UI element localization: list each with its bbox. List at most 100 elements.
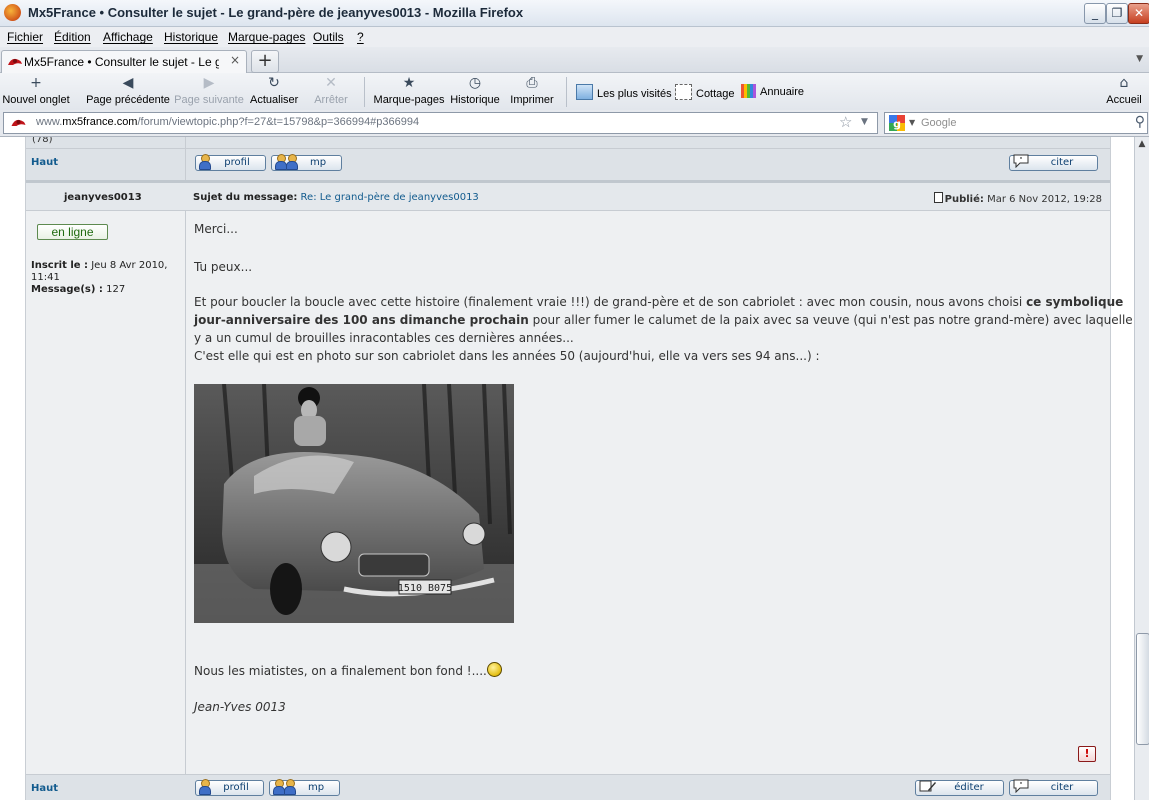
most-visited-icon [576, 84, 593, 100]
message-paragraph: Nous les miatistes, on a finalement bon … [194, 664, 487, 678]
joined-info: Inscrit le : Jeu 8 Avr 2010, 11:41 [31, 260, 168, 283]
menu-bar: Fichier Édition Affichage Historique Mar… [0, 27, 1149, 47]
menu-outils[interactable]: Outils [313, 30, 344, 44]
forward-label: Page suivante [174, 94, 244, 106]
address-bar[interactable]: www.mx5france.com/forum/viewtopic.php?f=… [3, 112, 878, 134]
search-icon[interactable]: ⚲ [1135, 114, 1145, 130]
profile-icon [199, 779, 211, 795]
private-message-button[interactable]: mp [269, 779, 340, 796]
message-count-info: Message(s) : 127 [31, 284, 126, 295]
edit-button-label: éditer [954, 782, 984, 793]
window-titlebar: Mx5France • Consulter le sujet - Le gran… [0, 0, 1149, 27]
stop-button[interactable]: ✕ Arrêter [312, 75, 350, 106]
reload-icon: ↻ [268, 75, 280, 91]
tab-mx5france[interactable]: Mx5France • Consulter le sujet - Le gran… [1, 50, 247, 73]
row-divider [26, 148, 1110, 149]
search-placeholder: Google [921, 117, 957, 129]
history-button[interactable]: ◷ Historique [450, 75, 500, 106]
window-title: Mx5France • Consulter le sujet - Le gran… [28, 5, 524, 20]
quote-button[interactable]: " citer [1009, 779, 1098, 796]
quote-button-label: citer [1050, 782, 1074, 793]
scroll-up-arrow-icon[interactable]: ▲ [1136, 139, 1148, 151]
toolbar-separator [364, 77, 365, 107]
new-tab-button[interactable]: + [251, 50, 279, 73]
close-button[interactable]: ✕ [1128, 3, 1149, 24]
menu-help[interactable]: ? [357, 30, 364, 44]
message-paragraph: Merci... [194, 222, 238, 236]
report-post-icon[interactable]: ! [1078, 746, 1096, 762]
stop-label: Arrêter [314, 94, 348, 106]
bookmarks-label: Marque-pages [373, 94, 445, 106]
private-message-icon [273, 779, 296, 795]
annuaire-icon [741, 84, 756, 98]
menu-affichage[interactable]: Affichage [103, 30, 153, 44]
stop-icon: ✕ [325, 75, 337, 91]
profile-button[interactable]: profil [195, 154, 266, 171]
bookmarks-button[interactable]: ★ Marque-pages [373, 75, 445, 106]
menu-fichier[interactable]: Fichier [7, 30, 43, 44]
bookmark-annuaire[interactable]: Annuaire [741, 84, 804, 98]
print-icon: ⎙ [526, 75, 538, 91]
bookmarks-icon: ★ [402, 75, 416, 91]
reload-button[interactable]: ↻ Actualiser [250, 75, 298, 106]
license-plate: 1510 B075 [398, 583, 452, 594]
annuaire-label: Annuaire [760, 86, 805, 98]
car-photo: 1510 B075 [194, 384, 514, 623]
signature: Jean-Yves 0013 [194, 700, 286, 714]
back-button[interactable]: ◀ Page précédente [86, 75, 170, 106]
bookmark-star-icon[interactable]: ☆ [839, 113, 852, 131]
url-dropdown-icon[interactable]: ▼ [861, 117, 868, 127]
address-row: www.mx5france.com/forum/viewtopic.php?f=… [0, 110, 1149, 137]
back-to-top-link[interactable]: Haut [31, 783, 58, 794]
home-button[interactable]: ⌂ Accueil [1104, 75, 1144, 106]
post-published-date: Publié: Mar 6 Nov 2012, 19:28 [933, 192, 1102, 205]
row-divider [26, 210, 1110, 211]
svg-text:": " [1019, 781, 1022, 789]
mx5france-favicon-icon [8, 58, 22, 65]
print-button[interactable]: ⎙ Imprimer [510, 75, 554, 106]
url-text[interactable]: www.mx5france.com/forum/viewtopic.php?f=… [36, 116, 419, 128]
bookmark-most-visited[interactable]: Les plus visités [576, 84, 672, 100]
search-engine-dropdown-icon[interactable]: ▼ [909, 118, 915, 127]
private-message-button[interactable]: mp [271, 154, 342, 171]
prev-post-count: (78) [32, 137, 53, 145]
pm-button-label: mp [309, 157, 327, 168]
history-label: Historique [450, 94, 500, 106]
menu-edition[interactable]: Édition [54, 30, 91, 44]
post-author[interactable]: jeanyves0013 [64, 192, 142, 203]
maximize-button[interactable]: ❐ [1106, 3, 1128, 24]
minimize-button[interactable]: _ [1084, 3, 1106, 24]
new-tab-label: Nouvel onglet [2, 94, 70, 106]
tab-list-icon[interactable]: ▼ [1136, 54, 1143, 64]
post-subject: Sujet du message: Re: Le grand-père de j… [193, 192, 479, 203]
back-to-top-link[interactable]: Haut [31, 157, 58, 168]
menu-marque-pages[interactable]: Marque-pages [228, 30, 305, 44]
back-label: Page précédente [86, 94, 170, 106]
post-document-icon [933, 192, 943, 203]
most-visited-label: Les plus visités [597, 88, 672, 100]
edit-button[interactable]: éditer [915, 780, 1004, 796]
reload-label: Actualiser [250, 94, 299, 106]
menu-historique[interactable]: Historique [164, 30, 218, 44]
new-tab-toolbar-button[interactable]: + Nouvel onglet [2, 75, 70, 106]
profile-button-label: profil [223, 782, 249, 793]
scrollbar-thumb[interactable] [1136, 633, 1149, 745]
tab-close-icon[interactable]: × [230, 53, 240, 67]
vertical-scrollbar[interactable]: ▲ [1134, 137, 1149, 800]
cottage-label: Cottage [696, 88, 735, 100]
tab-bar: Mx5France • Consulter le sujet - Le gran… [0, 47, 1149, 73]
search-bar[interactable]: g ▼ Google ⚲ [884, 112, 1148, 134]
bookmark-cottage[interactable]: Cottage [675, 84, 735, 100]
quote-button[interactable]: " citer [1009, 154, 1098, 171]
forward-arrow-icon: ▶ [203, 75, 215, 91]
pm-button-label: mp [307, 782, 325, 793]
profile-button[interactable]: profil [195, 779, 264, 796]
history-icon: ◷ [468, 75, 482, 91]
forward-button[interactable]: ▶ Page suivante [174, 75, 244, 106]
quote-bubble-icon: " [1013, 154, 1029, 170]
edit-pencil-icon [919, 779, 937, 795]
online-status-badge: en ligne [37, 224, 108, 240]
navigation-toolbar: + Nouvel onglet ◀ Page précédente ▶ Page… [0, 73, 1149, 110]
back-arrow-icon: ◀ [122, 75, 134, 91]
prev-post-footer-row [26, 137, 1110, 180]
